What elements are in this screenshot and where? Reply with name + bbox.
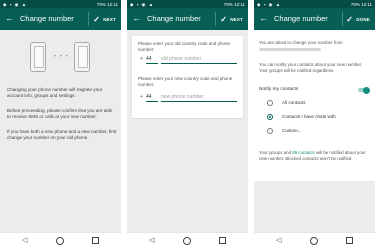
page-title: Change number: [274, 14, 328, 23]
redacted-numbers: [259, 47, 321, 51]
intro-paragraph-1: Changing your phone number will migrate …: [7, 87, 103, 99]
next-label: NEXT: [103, 16, 116, 22]
clock: 12:11: [107, 1, 118, 7]
nav-recent-icon[interactable]: [219, 237, 226, 244]
notification-icons: ◆ ▪ ◉ ▲: [3, 1, 28, 7]
check-icon: ✓: [220, 14, 228, 24]
page-title: Change number: [147, 14, 201, 23]
contacts-count-link[interactable]: 99 contacts: [292, 150, 314, 155]
old-country-code-input[interactable]: 44: [146, 56, 158, 64]
app-bar: ← Change number ✓ NEXT: [127, 8, 248, 30]
transfer-dots-icon: • • •: [54, 54, 69, 60]
toggle-knob: [363, 86, 370, 94]
radio-icon: [267, 100, 273, 106]
notify-card: You are about to change your number from…: [254, 30, 375, 181]
status-right: 79% 12:11: [224, 2, 245, 7]
option-label: Custom...: [282, 128, 302, 133]
option-label: All contacts: [282, 100, 306, 105]
notify-footer-text: Your groups and 99 contacts will be noti…: [259, 150, 370, 162]
battery-level: 79%: [96, 1, 106, 7]
system-nav-bar: ◁: [254, 232, 375, 248]
numbers-card: Please enter your old country code and p…: [132, 36, 243, 118]
done-label: DONE: [356, 16, 370, 22]
back-arrow-icon[interactable]: ←: [5, 13, 14, 23]
screen-notify-contacts: ◆ ▪ ◉ ▲ 79% 12:11 ← Change number ✓ DONE…: [254, 0, 375, 248]
new-number-label: Please enter your new country code and p…: [138, 76, 233, 87]
nav-recent-icon[interactable]: [92, 237, 99, 244]
check-icon: ✓: [346, 14, 354, 24]
new-plus-sign: +: [140, 94, 143, 100]
notification-icons: ◆ ▪ ◉ ▲: [130, 1, 155, 7]
intro-paragraph-3: If you have both a new phone and a new n…: [7, 129, 117, 141]
old-phone-number-input[interactable]: old phone number: [161, 56, 237, 64]
clock: 12:11: [361, 1, 372, 7]
change-intro-text: You are about to change your number from: [259, 40, 370, 52]
system-nav-bar: ◁: [127, 232, 248, 248]
back-arrow-icon[interactable]: ←: [132, 13, 141, 23]
old-number-label: Please enter your old country code and p…: [138, 41, 231, 52]
old-phone-icon: [30, 42, 46, 72]
divider: [215, 12, 216, 26]
notify-contacts-label: Notify my contacts: [259, 87, 299, 92]
new-phone-icon: [74, 42, 90, 72]
clock: 12:11: [234, 1, 245, 7]
nav-home-icon[interactable]: [183, 237, 191, 245]
done-button[interactable]: ✓ DONE: [346, 13, 370, 25]
screen-enter-numbers: ◆ ▪ ◉ ▲ 79% 12:11 ← Change number ✓ NEXT…: [127, 0, 248, 248]
battery-level: 79%: [223, 1, 233, 7]
next-button[interactable]: ✓ NEXT: [220, 13, 243, 25]
notify-contacts-toggle[interactable]: [358, 86, 370, 94]
next-label: NEXT: [230, 16, 243, 22]
option-label: Contacts I have chats with: [282, 114, 336, 119]
next-button[interactable]: ✓ NEXT: [93, 13, 116, 25]
status-bar: ◆ ▪ ◉ ▲ 79% 12:11: [0, 0, 121, 8]
radio-icon: [267, 128, 273, 134]
notify-description: You can notify your contacts about your …: [259, 62, 363, 73]
check-icon: ✓: [93, 14, 101, 24]
nav-home-icon[interactable]: [56, 237, 64, 245]
nav-home-icon[interactable]: [310, 237, 318, 245]
page-title: Change number: [20, 14, 74, 23]
new-country-code-input[interactable]: 44: [146, 94, 158, 102]
new-phone-number-input[interactable]: new phone number: [161, 94, 237, 102]
nav-back-icon[interactable]: ◁: [22, 236, 27, 244]
footer-pre: Your groups and: [259, 150, 292, 155]
system-nav-bar: ◁: [0, 232, 121, 248]
change-intro-label: You are about to change your number from: [259, 40, 343, 45]
status-bar: ◆ ▪ ◉ ▲ 79% 12:11: [127, 0, 248, 8]
status-right: 79% 12:11: [351, 2, 372, 7]
back-arrow-icon[interactable]: ←: [259, 13, 268, 23]
nav-back-icon[interactable]: ◁: [149, 236, 154, 244]
radio-selected-icon: [267, 114, 273, 120]
status-bar: ◆ ▪ ◉ ▲ 79% 12:11: [254, 0, 375, 8]
status-right: 79% 12:11: [97, 2, 118, 7]
app-bar: ← Change number ✓ NEXT: [0, 8, 121, 30]
app-bar: ← Change number ✓ DONE: [254, 8, 375, 30]
notify-contacts-row[interactable]: Notify my contacts: [259, 86, 370, 95]
old-plus-sign: +: [140, 56, 143, 62]
intro-paragraph-2: Before proceeding, please confirm that y…: [7, 108, 113, 120]
nav-recent-icon[interactable]: [346, 237, 353, 244]
screen-intro: ◆ ▪ ◉ ▲ 79% 12:11 ← Change number ✓ NEXT…: [0, 0, 121, 248]
nav-back-icon[interactable]: ◁: [276, 236, 281, 244]
divider: [342, 12, 343, 26]
battery-level: 79%: [350, 1, 360, 7]
divider: [88, 12, 89, 26]
notification-icons: ◆ ▪ ◉ ▲: [257, 1, 282, 7]
